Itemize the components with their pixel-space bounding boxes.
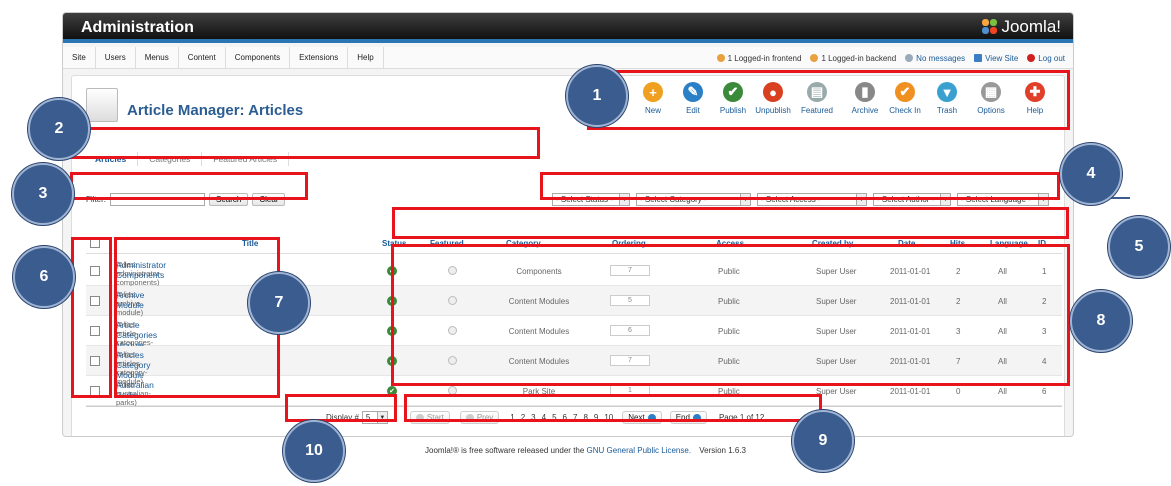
monitor-icon xyxy=(974,54,983,63)
menu-menus[interactable]: Menus xyxy=(136,46,179,69)
callout-10: 10 xyxy=(283,420,345,482)
user-icon xyxy=(810,54,819,63)
highlight-columns xyxy=(392,207,1069,239)
user-icon xyxy=(716,54,725,63)
logout-link[interactable]: Log out xyxy=(1027,54,1065,63)
callout-7: 7 xyxy=(248,272,310,334)
backend-status: 1 Logged-in backend xyxy=(810,54,896,63)
license-link[interactable]: GNU General Public License. xyxy=(587,446,692,455)
menu-extensions[interactable]: Extensions xyxy=(290,46,349,69)
highlight-selects xyxy=(540,172,1060,200)
callout-1: 1 xyxy=(566,65,628,127)
version-text: Version 1.6.3 xyxy=(699,446,746,455)
created-by-cell: Super User xyxy=(816,387,857,396)
id-cell: 6 xyxy=(1042,387,1047,396)
view-site-link[interactable]: View Site xyxy=(974,54,1018,63)
joomla-logo-icon xyxy=(982,19,998,35)
callout-2: 2 xyxy=(28,98,90,160)
menu-content[interactable]: Content xyxy=(179,46,226,69)
highlight-pagination xyxy=(404,394,822,422)
menu-site[interactable]: Site xyxy=(63,46,96,69)
highlight-display xyxy=(285,394,397,422)
menu-users[interactable]: Users xyxy=(96,46,136,69)
menu-components[interactable]: Components xyxy=(226,46,291,69)
mail-icon xyxy=(905,54,914,63)
callout-4: 4 xyxy=(1060,143,1122,205)
callout-3: 3 xyxy=(12,163,74,225)
page-title: Article Manager: Articles xyxy=(127,102,304,119)
callout-8: 8 xyxy=(1070,290,1132,352)
highlight-rows xyxy=(391,244,1070,386)
hits-cell: 0 xyxy=(956,387,961,396)
article-manager-icon xyxy=(86,88,118,122)
highlight-tabs xyxy=(62,127,540,159)
footer: Joomla!® is free software released under… xyxy=(0,446,1171,455)
header-bar: Administration Joomla! xyxy=(63,13,1073,43)
language-cell: All xyxy=(998,387,1007,396)
messages-link[interactable]: No messages xyxy=(905,54,965,63)
highlight-checkboxes xyxy=(71,237,112,398)
logo-text: Joomla! xyxy=(1001,17,1061,36)
footer-text: Joomla!® is free software released under… xyxy=(425,446,585,455)
logout-icon xyxy=(1027,54,1036,63)
menu-help[interactable]: Help xyxy=(348,46,384,69)
joomla-logo[interactable]: Joomla! xyxy=(982,17,1061,37)
frontend-status: 1 Logged-in frontend xyxy=(716,54,801,63)
callout-6: 6 xyxy=(13,246,75,308)
status-bar: 1 Logged-in frontend 1 Logged-in backend… xyxy=(716,47,1065,69)
highlight-toolbar xyxy=(587,70,1070,130)
highlight-filter xyxy=(70,172,308,200)
callout-9: 9 xyxy=(792,410,854,472)
callout-5: 5 xyxy=(1108,216,1170,278)
admin-title: Administration xyxy=(81,19,194,36)
date-cell: 2011-01-01 xyxy=(890,387,931,396)
